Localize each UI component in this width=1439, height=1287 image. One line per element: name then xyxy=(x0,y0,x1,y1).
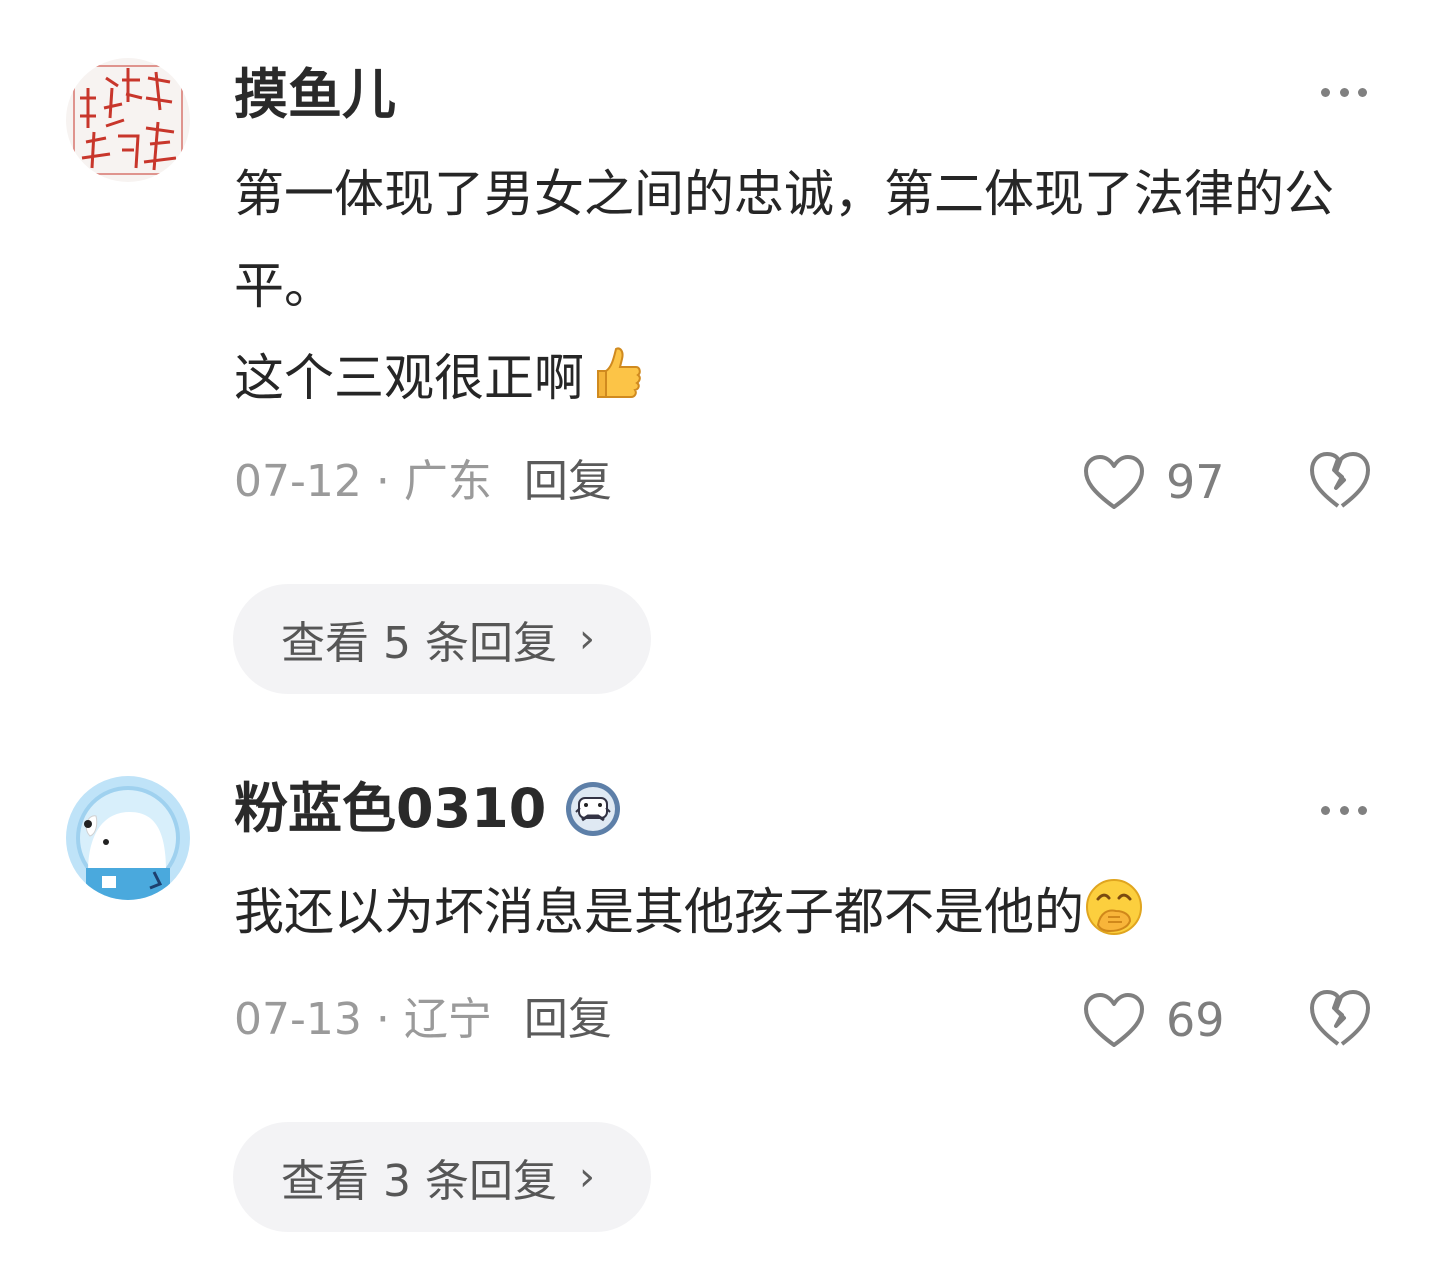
more-dots-icon[interactable] xyxy=(1321,800,1367,820)
heart-outline-icon xyxy=(1084,455,1144,509)
thumbs-up-icon xyxy=(584,343,644,403)
comment-body: 我还以为坏消息是其他孩子都不是他的 xyxy=(234,866,1384,958)
comment-body: 第一体现了男女之间的忠诚，第二体现了法律的公平。 这个三观很正啊 xyxy=(234,148,1384,424)
hand-over-mouth-icon xyxy=(1084,877,1144,937)
broken-heart-icon xyxy=(1310,990,1370,1046)
comment-meta: 07-12 · 广东 回复 xyxy=(234,452,612,512)
comment-line: 这个三观很正啊 xyxy=(234,349,584,407)
comment-location: 广东 xyxy=(403,456,492,507)
comment-date: 07-13 xyxy=(234,994,362,1045)
dislike-button[interactable] xyxy=(1308,988,1372,1048)
like-button[interactable]: 69 xyxy=(1082,988,1225,1052)
puppy-avatar xyxy=(66,776,190,900)
comment-date: 07-12 xyxy=(234,456,362,507)
avatar[interactable] xyxy=(66,776,190,900)
view-replies-label: 查看 5 条回复 xyxy=(281,618,557,669)
meta-separator: · xyxy=(375,994,390,1045)
comment-location: 辽宁 xyxy=(403,994,492,1045)
username-text[interactable]: 粉蓝色0310 xyxy=(234,774,546,844)
member-badge-icon[interactable] xyxy=(564,780,622,838)
comment-line-with-emoji: 我还以为坏消息是其他孩子都不是他的 xyxy=(234,866,1384,958)
view-replies-button[interactable]: 查看 3 条回复 › xyxy=(233,1122,651,1232)
like-button[interactable]: 97 xyxy=(1082,450,1225,514)
username[interactable]: 粉蓝色0310 xyxy=(234,774,622,844)
chevron-right-icon: › xyxy=(578,1154,595,1200)
broken-heart-icon xyxy=(1310,452,1370,508)
reply-button[interactable]: 回复 xyxy=(524,456,612,507)
comment-line: 第一体现了男女之间的忠诚，第二体现了法律的公平。 xyxy=(234,165,1334,315)
more-dots-icon[interactable] xyxy=(1321,82,1367,102)
comment-meta: 07-13 · 辽宁 回复 xyxy=(234,990,612,1050)
avatar[interactable] xyxy=(66,58,190,182)
username[interactable]: 摸鱼儿 xyxy=(234,60,396,130)
meta-separator: · xyxy=(375,456,390,507)
like-count: 97 xyxy=(1166,455,1225,509)
seal-stamp-avatar xyxy=(66,58,190,182)
chevron-right-icon: › xyxy=(578,616,595,662)
reply-button[interactable]: 回复 xyxy=(524,994,612,1045)
heart-outline-icon xyxy=(1084,993,1144,1047)
comment-line-with-emoji: 这个三观很正啊 xyxy=(234,332,1384,424)
comment-line: 我还以为坏消息是其他孩子都不是他的 xyxy=(234,883,1084,941)
like-count: 69 xyxy=(1166,993,1225,1047)
dislike-button[interactable] xyxy=(1308,450,1372,510)
view-replies-button[interactable]: 查看 5 条回复 › xyxy=(233,584,651,694)
view-replies-label: 查看 3 条回复 xyxy=(281,1156,557,1207)
username-text[interactable]: 摸鱼儿 xyxy=(234,60,396,130)
